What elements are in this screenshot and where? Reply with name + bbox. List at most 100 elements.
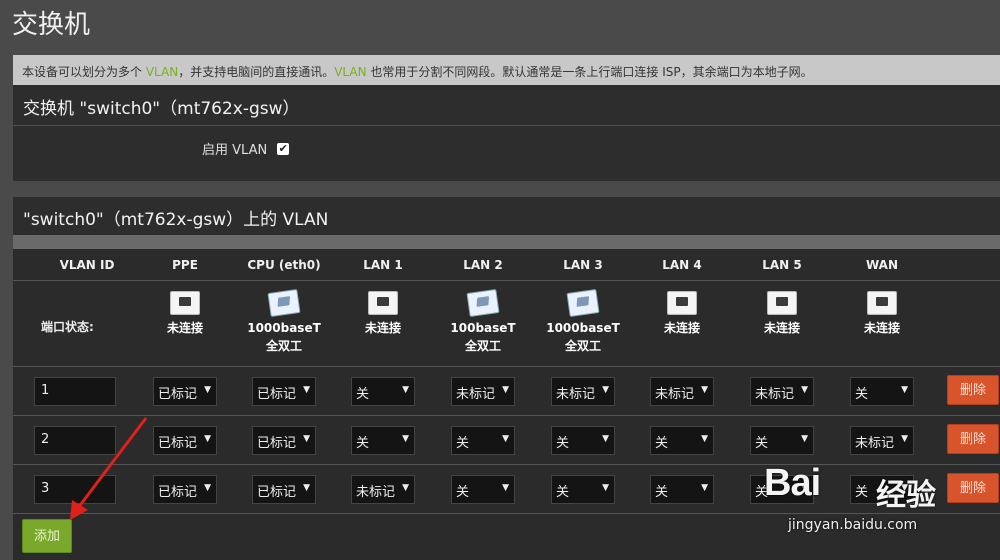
port-mode-select-lan4[interactable]: 关 ▼ <box>650 426 714 455</box>
port-mode-select-lan2[interactable]: 关 ▼ <box>451 426 515 455</box>
ethernet-port-disconnected-icon <box>368 291 398 315</box>
column-header-lan4: LAN 4 <box>662 258 702 272</box>
port-mode-value: 未标记 <box>456 387 496 402</box>
port-mode-value: 未标记 <box>356 485 396 500</box>
delete-button[interactable]: 删除 <box>947 424 999 454</box>
port-mode-select-lan3[interactable]: 关 ▼ <box>551 475 615 504</box>
port-status-speed: 未连接 <box>166 321 203 335</box>
ethernet-port-connected-icon <box>267 289 301 317</box>
column-header-cpu-eth0: CPU (eth0) <box>247 258 321 272</box>
table-row: 2 已标记 ▼ 已标记 ▼ 关 ▼ 关 ▼ 关 ▼ 关 ▼ 关 ▼ 未标记 ▼ 删除 <box>13 416 1000 465</box>
port-mode-value: 已标记 <box>257 387 297 402</box>
ethernet-port-disconnected-icon <box>867 291 897 315</box>
port-status-row: 端口状态: 未连接 1000baseT 全双工 未连接 100baseT 全双工 1000b… <box>13 281 1000 367</box>
enable-vlan-checkbox[interactable]: ✔ <box>277 142 290 155</box>
description-text: ，并支持电脑间的直接通讯。 <box>178 65 335 79</box>
port-mode-select-ppe[interactable]: 已标记 ▼ <box>153 426 217 455</box>
port-mode-select-ppe[interactable]: 已标记 ▼ <box>153 377 217 406</box>
vlan-id-input[interactable]: 1 <box>34 377 116 406</box>
port-status-speed: 未连接 <box>364 321 401 335</box>
watermark-brand: Bai <box>764 462 821 504</box>
switch-section-title: 交换机 "switch0"（mt762x-gsw） <box>13 85 1000 126</box>
port-mode-value: 关 <box>855 387 869 402</box>
dropdown-arrow-icon: ▼ <box>303 385 310 395</box>
port-status-duplex: 全双工 <box>265 339 302 353</box>
port-status-lan4: 未连接 <box>642 291 722 337</box>
vlan-id-input[interactable]: 2 <box>34 426 116 455</box>
dropdown-arrow-icon: ▼ <box>602 434 609 444</box>
dropdown-arrow-icon: ▼ <box>502 385 509 395</box>
port-mode-value: 关 <box>755 436 769 451</box>
vlan-id-input[interactable]: 3 <box>34 475 116 504</box>
port-mode-select-cpu-eth0[interactable]: 已标记 ▼ <box>252 377 316 406</box>
port-mode-value: 未标记 <box>556 387 596 402</box>
port-mode-select-lan1[interactable]: 关 ▼ <box>351 426 415 455</box>
column-header-lan5: LAN 5 <box>762 258 802 272</box>
port-status-ppe: 未连接 <box>145 291 225 337</box>
delete-button[interactable]: 删除 <box>947 375 999 405</box>
dropdown-arrow-icon: ▼ <box>204 483 211 493</box>
vlan-table: VLAN ID PPE CPU (eth0) LAN 1 LAN 2 LAN 3 LAN 4… <box>13 249 1000 560</box>
port-mode-value: 关 <box>655 436 669 451</box>
port-status-speed: 100baseT <box>450 321 516 335</box>
port-status-label: 端口状态: <box>41 320 94 334</box>
port-mode-select-cpu-eth0[interactable]: 已标记 ▼ <box>252 426 316 455</box>
port-mode-select-lan2[interactable]: 关 ▼ <box>451 475 515 504</box>
port-mode-value: 关 <box>556 436 570 451</box>
port-status-cpu-eth0: 1000baseT 全双工 <box>244 289 324 355</box>
port-status-lan2: 100baseT 全双工 <box>443 289 523 355</box>
watermark-url: jingyan.baidu.com <box>788 517 918 533</box>
watermark-cn: 经验 <box>876 478 936 513</box>
switch-section: 交换机 "switch0"（mt762x-gsw） 启用 VLAN ✔ <box>13 85 1000 181</box>
port-mode-select-lan1[interactable]: 关 ▼ <box>351 377 415 406</box>
port-mode-select-ppe[interactable]: 已标记 ▼ <box>153 475 217 504</box>
column-header-vlan-id: VLAN ID <box>59 258 115 272</box>
enable-vlan-row: 启用 VLAN ✔ <box>202 139 290 158</box>
description-keyword: VLAN <box>334 65 367 79</box>
description-keyword: VLAN <box>145 65 179 79</box>
dropdown-arrow-icon: ▼ <box>303 483 310 493</box>
dropdown-arrow-icon: ▼ <box>602 385 609 395</box>
column-header-wan: WAN <box>865 258 899 272</box>
table-row: 1 已标记 ▼ 已标记 ▼ 关 ▼ 未标记 ▼ 未标记 ▼ 未标记 ▼ 未标记 ▼ 关 ▼ 删除 <box>13 367 1000 416</box>
port-status-duplex: 全双工 <box>564 339 601 353</box>
port-mode-select-lan4[interactable]: 关 ▼ <box>650 475 714 504</box>
dropdown-arrow-icon: ▼ <box>801 385 808 395</box>
port-mode-select-lan3[interactable]: 未标记 ▼ <box>551 377 615 406</box>
port-status-wan: 未连接 <box>842 291 922 337</box>
port-mode-value: 关 <box>655 485 669 500</box>
description-bar: 本设备可以划分为多个 VLAN，并支持电脑间的直接通讯。VLAN 也常用于分割不… <box>13 55 1000 85</box>
add-button[interactable]: 添加 <box>22 519 72 553</box>
port-mode-value: 关 <box>855 485 869 500</box>
port-mode-select-lan4[interactable]: 未标记 ▼ <box>650 377 714 406</box>
port-mode-select-wan[interactable]: 未标记 ▼ <box>850 426 914 455</box>
dropdown-arrow-icon: ▼ <box>602 483 609 493</box>
section-divider-strip <box>13 235 1000 249</box>
dropdown-arrow-icon: ▼ <box>901 385 908 395</box>
port-mode-select-lan5[interactable]: 关 ▼ <box>750 426 814 455</box>
dropdown-arrow-icon: ▼ <box>402 434 409 444</box>
delete-button[interactable]: 删除 <box>947 473 999 503</box>
table-row: 3 已标记 ▼ 已标记 ▼ 未标记 ▼ 关 ▼ 关 ▼ 关 ▼ 关 ▼ 关 ▼ 删除 <box>13 465 1000 514</box>
port-mode-select-wan[interactable]: 关 ▼ <box>850 377 914 406</box>
port-status-speed: 未连接 <box>663 321 700 335</box>
port-status-lan5: 未连接 <box>742 291 822 337</box>
dropdown-arrow-icon: ▼ <box>502 483 509 493</box>
port-status-lan1: 未连接 <box>343 291 423 337</box>
dropdown-arrow-icon: ▼ <box>701 434 708 444</box>
port-mode-value: 关 <box>556 485 570 500</box>
port-mode-value: 已标记 <box>158 436 198 451</box>
column-header-ppe: PPE <box>172 258 198 272</box>
port-mode-select-lan5[interactable]: 未标记 ▼ <box>750 377 814 406</box>
port-mode-value: 未标记 <box>755 387 795 402</box>
port-mode-value: 已标记 <box>158 387 198 402</box>
port-mode-select-cpu-eth0[interactable]: 已标记 ▼ <box>252 475 316 504</box>
port-mode-value: 关 <box>456 436 470 451</box>
port-mode-value: 未标记 <box>655 387 695 402</box>
port-mode-select-lan2[interactable]: 未标记 ▼ <box>451 377 515 406</box>
port-status-speed: 未连接 <box>763 321 800 335</box>
dropdown-arrow-icon: ▼ <box>701 385 708 395</box>
port-mode-select-lan3[interactable]: 关 ▼ <box>551 426 615 455</box>
port-mode-select-lan1[interactable]: 未标记 ▼ <box>351 475 415 504</box>
port-mode-value: 已标记 <box>158 485 198 500</box>
